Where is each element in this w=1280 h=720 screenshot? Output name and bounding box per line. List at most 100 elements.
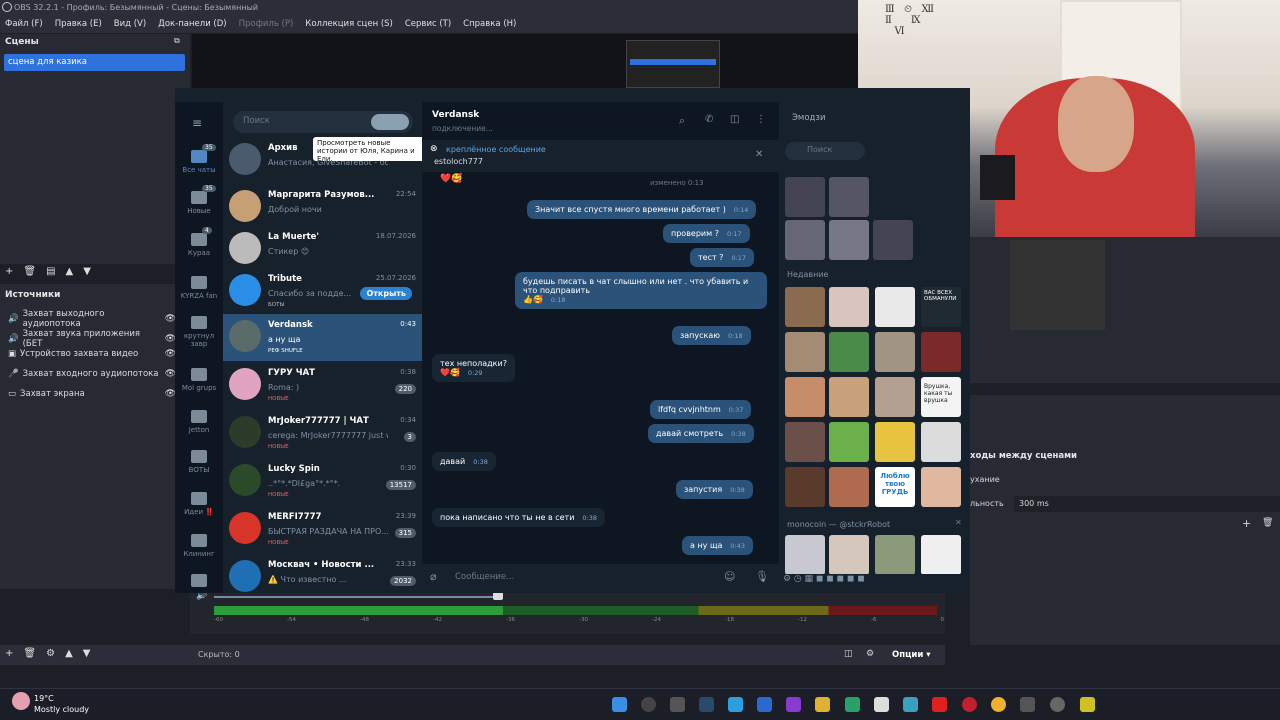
windows-start-icon[interactable] — [612, 697, 627, 712]
menu-view[interactable]: Вид (V) — [114, 19, 146, 33]
folder-kliining[interactable]: Клининг — [175, 534, 223, 558]
menu-file[interactable]: Файл (F) — [5, 19, 43, 33]
sticker[interactable] — [829, 287, 869, 327]
chat-row-selected[interactable]: Verdansk 0:43 а ну ща РЕФ SHUFLE — [223, 314, 422, 361]
folder-jetton[interactable]: Jetton — [175, 410, 223, 434]
gear-icon[interactable]: ⚙ — [46, 648, 55, 659]
sticker[interactable] — [921, 467, 961, 507]
menu-scene-collection[interactable]: Коллекция сцен (S) — [305, 19, 393, 33]
chat-row[interactable]: Lucky Spin 0:30 ..*°*.*Dl£ga°*.*°*. 13517 НО… — [223, 458, 422, 505]
app-icon[interactable] — [1080, 697, 1095, 712]
scene-item[interactable]: сцена для казика — [4, 54, 185, 71]
sticker[interactable] — [829, 467, 869, 507]
sticker[interactable] — [785, 467, 825, 507]
folder-more[interactable] — [175, 574, 223, 590]
layout-icon[interactable]: ◫ — [844, 649, 853, 659]
close-icon[interactable]: ✕ — [955, 518, 962, 527]
search-icon[interactable] — [641, 697, 656, 712]
tab-emoji[interactable]: Эмодзи — [792, 113, 825, 123]
app-icon[interactable] — [757, 697, 772, 712]
up-icon[interactable]: ▲ — [66, 266, 74, 277]
source-item[interactable]: 🎤 Захват входного аудиопотока 👁 — [8, 369, 176, 379]
undock-icon[interactable]: ⧉ — [174, 36, 180, 46]
obs-icon[interactable] — [1050, 697, 1065, 712]
notepad-icon[interactable] — [874, 697, 889, 712]
sticker[interactable] — [829, 220, 869, 260]
sidebar-toggle-icon[interactable]: ◫ — [730, 114, 739, 125]
folder-krutnul[interactable]: крутнул завр — [175, 316, 223, 348]
attach-icon[interactable]: ⌀ — [430, 570, 437, 583]
folder-all-chats[interactable]: 35 Все чаты — [175, 144, 223, 174]
menu-help[interactable]: Справка (H) — [463, 19, 516, 33]
up-icon[interactable]: ▲ — [65, 648, 73, 659]
app-icon[interactable] — [1020, 697, 1035, 712]
add-transition-icon[interactable]: + — [1242, 517, 1251, 530]
sticker[interactable] — [921, 422, 961, 462]
telegram-icon[interactable] — [728, 697, 743, 712]
sticker[interactable] — [829, 422, 869, 462]
source-item[interactable]: 🔊 Захват звука приложения (БЕТ 👁 — [8, 329, 176, 349]
pinned-bar[interactable]: ⊗ креплённое сообщение estoloch777 ✕ — [422, 140, 779, 172]
sticker[interactable] — [875, 535, 915, 575]
yandex-icon[interactable] — [932, 697, 947, 712]
close-icon[interactable]: ⊗ — [430, 144, 438, 154]
sticker[interactable]: Врушка, какая ты врушка — [921, 377, 961, 417]
sticker[interactable]: Люблю твою ГРУДЬ — [875, 467, 915, 507]
menu-docks[interactable]: Док-панели (D) — [158, 19, 226, 33]
menu-icon[interactable]: ≡ — [192, 116, 202, 130]
opera-icon[interactable] — [962, 697, 977, 712]
source-item[interactable]: ▣ Устройство захвата видео 👁 — [8, 349, 176, 359]
sticker[interactable] — [785, 535, 825, 575]
source-item[interactable]: ▭ Захват экрана 👁 — [8, 389, 176, 399]
app-icon[interactable] — [786, 697, 801, 712]
message-input[interactable]: Сообщение... — [455, 572, 514, 582]
stack-icon[interactable] — [903, 697, 918, 712]
folder-kyrza[interactable]: KYRZA fan — [175, 276, 223, 300]
menu-edit[interactable]: Правка (E) — [55, 19, 102, 33]
open-button[interactable]: Открыть — [360, 287, 412, 300]
sticker[interactable] — [829, 332, 869, 372]
folder-boty[interactable]: ВОТЫ — [175, 450, 223, 474]
sticker[interactable] — [873, 220, 913, 260]
folder-moi-grups[interactable]: Moi grups — [175, 368, 223, 392]
chat-row[interactable]: MrJoker777777 | ЧАТ 0:34 cerega: MrJoker77… — [223, 410, 422, 457]
sticker[interactable] — [875, 332, 915, 372]
folder-idei[interactable]: Идеи ‼️ — [175, 492, 223, 516]
chrome-icon[interactable] — [991, 697, 1006, 712]
weather-temp[interactable]: 19°C — [34, 694, 54, 703]
sticker[interactable] — [875, 377, 915, 417]
add-icon[interactable]: + — [5, 648, 13, 659]
sticker[interactable] — [875, 287, 915, 327]
menu-profile[interactable]: Профиль (P) — [239, 19, 294, 33]
down-icon[interactable]: ▼ — [83, 266, 91, 277]
chat-row[interactable]: Маргарита Разумов... 22:54 Доброй ночи — [223, 184, 422, 231]
emoji-icon[interactable]: ☺ — [724, 570, 735, 583]
add-icon[interactable]: + — [5, 266, 13, 277]
sticker[interactable] — [785, 377, 825, 417]
sticker-search[interactable]: Поиск — [785, 142, 865, 160]
chat-row[interactable]: Tribute 25.07.2026 Спасибо за подде... БОТЫ… — [223, 268, 422, 315]
transition-duration-input[interactable]: 300 ms — [1014, 496, 1280, 512]
sticker[interactable] — [829, 535, 869, 575]
down-icon[interactable]: ▼ — [83, 648, 91, 659]
options-button[interactable]: Опции ▾ — [892, 650, 931, 660]
sticker-pack-tabs[interactable]: ⚙ ◷ ▦ ◼ ◼ ◼ ◼ ◼ — [783, 574, 966, 589]
folder-new[interactable]: 35 Новые — [175, 185, 223, 215]
chat-row[interactable]: ГУРУ ЧАТ 0:38 Roma: ) 220 НОВЫЕ — [223, 362, 422, 409]
more-icon[interactable]: ⋮ — [756, 114, 766, 125]
sticker[interactable] — [829, 177, 869, 217]
sticker[interactable] — [785, 422, 825, 462]
sticker[interactable] — [875, 422, 915, 462]
stories-avatars[interactable] — [371, 114, 409, 130]
sticker[interactable] — [785, 332, 825, 372]
chat-row[interactable]: La Muerte' 18.07.2026 Стикер 😊 — [223, 226, 422, 273]
menu-tools[interactable]: Сервис (T) — [405, 19, 451, 33]
sticker[interactable]: ВАС ВСЕХ ОБМАНУЛИ — [921, 287, 961, 327]
transition-type[interactable]: ухание — [970, 475, 1000, 484]
folder-kuraa[interactable]: 4 Кураа — [175, 227, 223, 257]
task-view-icon[interactable] — [670, 697, 685, 712]
phone-icon[interactable]: ✆ — [705, 114, 713, 125]
volume-slider-handle[interactable] — [493, 592, 503, 600]
sticker[interactable] — [921, 332, 961, 372]
chat-row[interactable]: MERFI7777 23:39 БЫСТРАЯ РАЗДАЧА НА ПРО... 3… — [223, 506, 422, 553]
